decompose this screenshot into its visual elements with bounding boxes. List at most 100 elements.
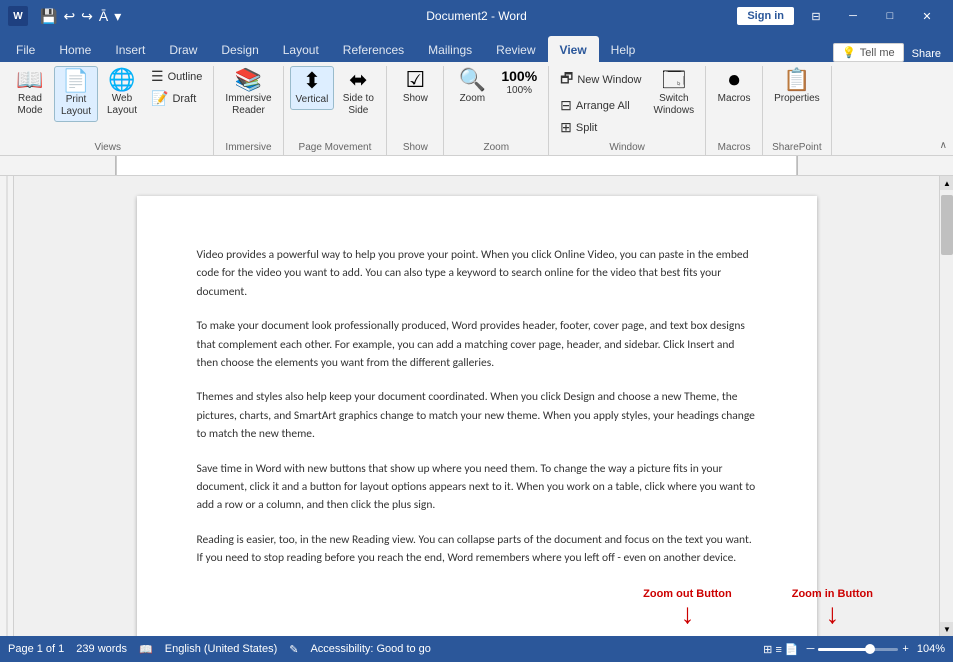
split-button[interactable]: ⊞ Split <box>555 117 646 138</box>
side-to-side-button[interactable]: ⬌ Side toSide <box>336 66 380 120</box>
web-layout-icon: 🌐 <box>108 69 135 91</box>
zoom-fill <box>818 648 870 651</box>
zoom-button[interactable]: 🔍 Zoom <box>450 66 494 108</box>
window-group: 🗗 New Window ⊟ Arrange All ⊞ Split 🗔 Swi… <box>549 66 706 155</box>
immersive-reader-icon: 📚 <box>235 69 262 91</box>
document-area[interactable]: Video provides a powerful way to help yo… <box>14 176 939 636</box>
properties-button[interactable]: 📋 Properties <box>769 66 825 108</box>
zoom-100-button[interactable]: 100% 100% <box>496 66 542 100</box>
outline-draft-group: ☰ Outline 📝 Draft <box>146 66 207 109</box>
views-label: Views <box>8 138 207 155</box>
view-mode-icons: ⊞ ≡ 📄 <box>763 643 798 656</box>
tab-file[interactable]: File <box>4 36 47 62</box>
outline-button[interactable]: ☰ Outline <box>146 66 207 87</box>
tab-mailings[interactable]: Mailings <box>416 36 484 62</box>
page-movement-label: Page Movement <box>290 138 381 155</box>
immersive-group: 📚 ImmersiveReader Immersive <box>214 66 283 155</box>
sign-in-button[interactable]: Sign in <box>737 7 794 25</box>
outline-icon: ☰ <box>151 68 164 85</box>
undo-button[interactable]: ↩ <box>63 8 75 25</box>
close-button[interactable]: ✕ <box>909 0 945 32</box>
title-bar: W 💾 ↩ ↪ Ā ▾ Document2 - Word Sign in ⊟ ─… <box>0 0 953 32</box>
zoom-group-label: Zoom <box>450 138 542 155</box>
vertical-ruler <box>0 176 14 636</box>
new-window-icon: 🗗 <box>560 68 573 92</box>
tab-layout[interactable]: Layout <box>271 36 331 62</box>
minimize-button[interactable]: ─ <box>835 0 871 32</box>
tab-bar: File Home Insert Draw Design Layout Refe… <box>0 32 953 62</box>
scroll-up-button[interactable]: ▲ <box>940 176 953 190</box>
zoom-group: 🔍 Zoom 100% 100% Zoom <box>444 66 549 155</box>
web-layout-button[interactable]: 🌐 WebLayout <box>100 66 144 120</box>
zoom-in-button[interactable]: + <box>902 643 908 655</box>
lightbulb-icon: 💡 <box>842 46 856 59</box>
switch-windows-button[interactable]: 🗔 SwitchWindows <box>649 66 700 120</box>
arrange-all-button[interactable]: ⊟ Arrange All <box>555 95 646 116</box>
status-left: Page 1 of 1 239 words 📖 English (United … <box>8 643 431 656</box>
save-button[interactable]: 💾 <box>40 8 57 25</box>
paragraph-4: Save time in Word with new buttons that … <box>197 460 757 515</box>
print-layout-icon: 📄 <box>62 70 89 92</box>
autoformat-button[interactable]: Ā <box>99 8 108 24</box>
zoom-thumb[interactable] <box>865 644 875 654</box>
zoom-icon: 🔍 <box>459 69 486 91</box>
window-small-buttons: 🗗 New Window ⊟ Arrange All ⊞ Split <box>555 66 646 138</box>
document-title: Document2 - Word <box>426 9 526 23</box>
vertical-icon: ⬍ <box>303 70 321 92</box>
vertical-scrollbar[interactable]: ▲ ▼ <box>939 176 953 636</box>
spell-check-icon: ✎ <box>289 643 298 656</box>
ribbon-content: 📖 ReadMode 📄 PrintLayout 🌐 WebLayout ☰ O… <box>0 62 953 155</box>
scrollbar-thumb[interactable] <box>941 195 953 255</box>
tab-insert[interactable]: Insert <box>103 36 157 62</box>
maximize-button[interactable]: □ <box>872 0 908 32</box>
redo-button[interactable]: ↪ <box>81 8 93 25</box>
paragraph-1: Video provides a powerful way to help yo… <box>197 246 757 301</box>
tab-draw[interactable]: Draw <box>157 36 209 62</box>
immersive-label: Immersive <box>220 138 276 155</box>
main-area: Video provides a powerful way to help yo… <box>0 176 953 636</box>
print-layout-button[interactable]: 📄 PrintLayout <box>54 66 98 122</box>
tell-me-label: Tell me <box>860 47 895 59</box>
tab-view[interactable]: View <box>548 36 599 62</box>
zoom-out-button[interactable]: ─ <box>807 643 815 655</box>
scroll-down-button[interactable]: ▼ <box>940 622 953 636</box>
zoom-track[interactable] <box>818 648 898 651</box>
read-mode-button[interactable]: 📖 ReadMode <box>8 66 52 120</box>
macros-icon: ⏺ <box>729 69 740 91</box>
read-mode-icon: 📖 <box>16 69 43 91</box>
draft-button[interactable]: 📝 Draft <box>146 88 207 109</box>
macros-group: ⏺ Macros Macros <box>706 66 763 155</box>
collapse-ribbon-button[interactable]: ∧ <box>940 140 947 151</box>
tab-help[interactable]: Help <box>599 36 648 62</box>
page-info: Page 1 of 1 <box>8 643 64 655</box>
scrollbar-track[interactable] <box>940 190 953 622</box>
new-window-button[interactable]: 🗗 New Window <box>555 66 646 94</box>
zoom-level[interactable]: 104% <box>917 643 945 655</box>
properties-icon: 📋 <box>783 69 810 91</box>
sharepoint-group: 📋 Properties SharePoint <box>763 66 832 155</box>
vertical-button[interactable]: ⬍ Vertical <box>290 66 335 110</box>
title-bar-right: Sign in ⊟ ─ □ ✕ <box>737 0 945 32</box>
tab-design[interactable]: Design <box>209 36 270 62</box>
quick-access-toolbar: 💾 ↩ ↪ Ā ▾ <box>40 8 121 25</box>
tab-review[interactable]: Review <box>484 36 547 62</box>
tab-home[interactable]: Home <box>47 36 103 62</box>
immersive-reader-button[interactable]: 📚 ImmersiveReader <box>220 66 276 120</box>
document-page: Video provides a powerful way to help yo… <box>137 196 817 636</box>
show-button[interactable]: ☑ Show <box>393 66 437 108</box>
status-right: ⊞ ≡ 📄 ─ + 104% <box>763 643 945 656</box>
language: English (United States) <box>165 643 278 655</box>
split-icon: ⊞ <box>560 119 572 136</box>
show-label: Show <box>393 138 437 155</box>
more-qa-button[interactable]: ▾ <box>114 8 121 25</box>
macros-button[interactable]: ⏺ Macros <box>712 66 756 108</box>
paragraph-2: To make your document look professionall… <box>197 317 757 372</box>
ribbon-display-button[interactable]: ⊟ <box>798 0 834 32</box>
zoom-slider[interactable]: ─ + <box>807 643 909 655</box>
tell-me-input[interactable]: 💡 Tell me <box>833 43 904 62</box>
share-button[interactable]: Share <box>904 46 949 62</box>
ribbon: File Home Insert Draw Design Layout Refe… <box>0 32 953 156</box>
ruler <box>0 156 953 176</box>
sharepoint-label: SharePoint <box>769 138 825 155</box>
tab-references[interactable]: References <box>331 36 416 62</box>
